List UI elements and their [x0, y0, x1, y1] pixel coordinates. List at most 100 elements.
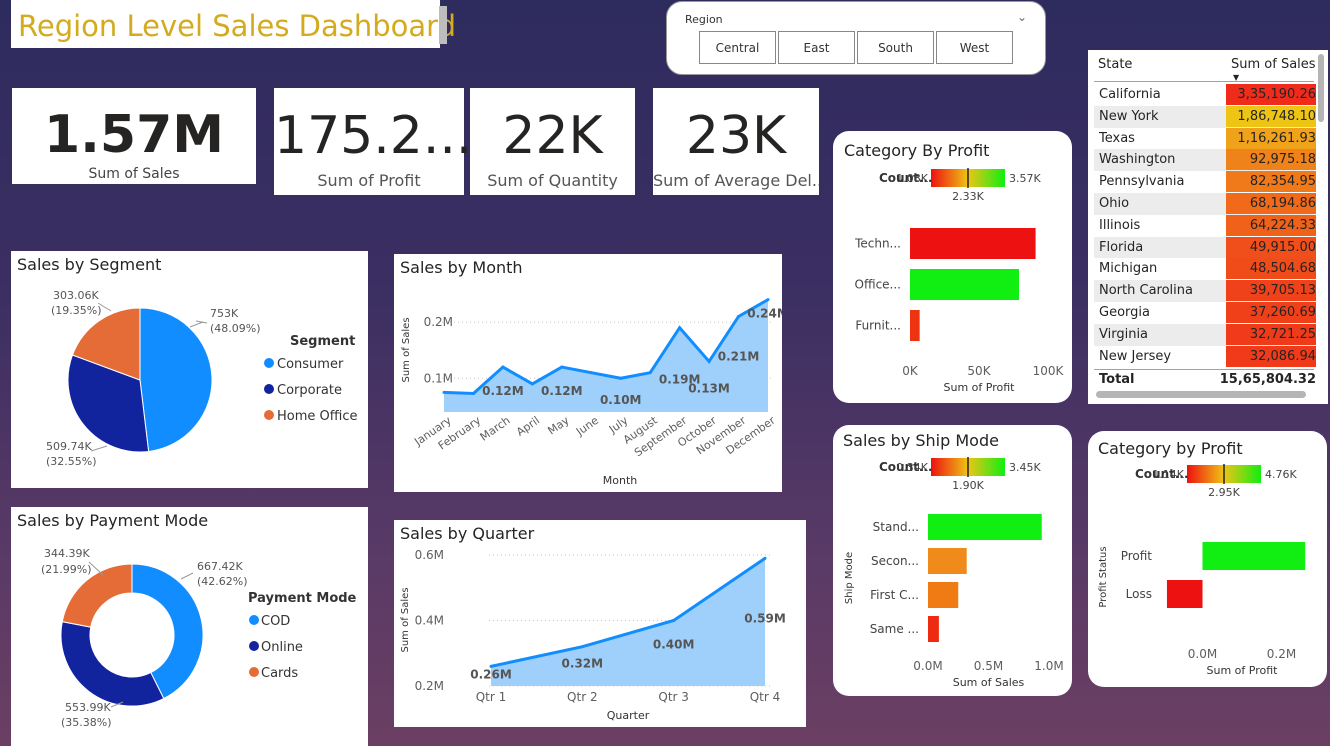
payment-legend-cod[interactable]: COD	[261, 614, 290, 629]
month-point[interactable]	[560, 365, 564, 369]
month-point[interactable]	[707, 359, 711, 363]
horizontal-scrollbar[interactable]	[1096, 391, 1306, 398]
sales-cell: 1,86,748.10	[1226, 105, 1316, 127]
sales-cell: 92,975.18	[1226, 149, 1316, 171]
month-point[interactable]	[737, 314, 741, 318]
table-row[interactable]: Pennsylvania 82,354.95	[1094, 171, 1316, 193]
total-value: 15,65,804.32	[1219, 372, 1316, 387]
quarter-xaxis-title: Quarter	[607, 709, 650, 722]
region-option-south[interactable]: South	[857, 31, 934, 64]
segment-legend-corporate[interactable]: Corporate	[277, 383, 342, 398]
table-row[interactable]: Illinois 64,224.33	[1094, 214, 1316, 237]
shipmode-legend-max: 3.45K	[1009, 461, 1041, 474]
kpi-quantity-label: Sum of Quantity	[487, 171, 618, 190]
sales-cell: 82,354.95	[1226, 171, 1316, 193]
month-point[interactable]	[471, 391, 475, 395]
chevron-down-icon[interactable]: ⌄	[1017, 10, 1027, 24]
state-cell: Florida	[1099, 239, 1144, 255]
month-point[interactable]	[442, 390, 446, 394]
sales-cell: 64,224.33	[1226, 214, 1316, 236]
segment-label-homeoffice-value: 303.06K	[53, 289, 99, 302]
profitstatus-legend-max: 4.76K	[1265, 468, 1297, 481]
month-data-label: 0.12M	[482, 384, 524, 398]
payment-slice-online[interactable]	[60, 621, 165, 707]
quarter-point[interactable]	[763, 556, 767, 560]
month-ytick: 0.2M	[424, 315, 453, 329]
payment-legend-cod-dot	[249, 615, 259, 625]
sales-cell: 37,260.69	[1226, 301, 1316, 323]
table-row[interactable]: Michigan 48,504.68	[1094, 258, 1316, 281]
month-point[interactable]	[589, 371, 593, 375]
month-data-label: 0.10M	[600, 393, 642, 407]
month-data-label: 0.12M	[541, 384, 583, 398]
payment-label-cards-pct: (21.99%)	[41, 563, 92, 576]
quarter-ytick: 0.2M	[415, 679, 444, 693]
table-row[interactable]: Ohio 68,194.86	[1094, 192, 1316, 215]
shipmode-bar[interactable]	[928, 616, 939, 642]
kpi-sales-value: 1.57M	[43, 105, 225, 165]
vertical-scrollbar[interactable]	[1318, 54, 1324, 122]
region-option-central[interactable]: Central	[699, 31, 776, 64]
state-cell: Texas	[1099, 130, 1135, 146]
sales-cell: 39,705.13	[1226, 280, 1316, 302]
month-point[interactable]	[530, 382, 534, 386]
state-cell: Virginia	[1099, 326, 1149, 342]
month-point[interactable]	[619, 376, 623, 380]
state-cell: Washington	[1099, 152, 1176, 168]
quarter-xtick: Qtr 3	[658, 690, 689, 704]
segment-legend-title: Segment	[290, 334, 355, 349]
sales-cell: 48,504.68	[1226, 258, 1316, 280]
catprofit-xtick: 0K	[902, 364, 919, 378]
catprofit-bar[interactable]	[910, 269, 1020, 300]
profitstatus-xtick: 0.2M	[1267, 647, 1296, 661]
kpi-quantity-value: 22K	[502, 106, 603, 166]
profitstatus-bar[interactable]	[1202, 542, 1306, 570]
month-data-label: 0.24M	[747, 307, 782, 321]
segment-slice-consumer[interactable]	[139, 307, 213, 453]
month-chart-card: Sales by Month 0.1M 0.2M January February Ma…	[394, 254, 782, 492]
sales-cell: 32,086.94	[1226, 345, 1316, 367]
table-row[interactable]: New Jersey 32,086.94	[1094, 345, 1316, 368]
total-divider	[1094, 369, 1314, 370]
month-point[interactable]	[501, 365, 505, 369]
shipmode-xtick: 1.0M	[1034, 659, 1063, 673]
quarter-point[interactable]	[672, 619, 676, 622]
payment-legend-cards-dot	[249, 667, 259, 677]
shipmode-bar[interactable]	[928, 548, 967, 574]
shipmode-bar[interactable]	[928, 582, 959, 608]
segment-label-corporate-pct: (32.55%)	[46, 455, 97, 468]
profitstatus-category-label: Profit	[1121, 549, 1153, 563]
table-row[interactable]: Washington 92,975.18	[1094, 149, 1316, 172]
table-row[interactable]: Texas 1,16,261.93	[1094, 127, 1316, 150]
payment-legend-online[interactable]: Online	[261, 640, 303, 655]
payment-legend-cards[interactable]: Cards	[261, 666, 298, 681]
month-point[interactable]	[648, 371, 652, 375]
region-option-east[interactable]: East	[778, 31, 855, 64]
segment-label-consumer-value: 753K	[210, 307, 239, 320]
kpi-profit-label: Sum of Profit	[317, 171, 421, 190]
catprofit-bar[interactable]	[910, 228, 1036, 259]
month-point[interactable]	[678, 326, 682, 330]
month-point[interactable]	[766, 298, 770, 302]
category-profit-bar-chart: Count...1.08K 3.57K2.33KTechn...Office...…	[854, 168, 1065, 394]
catprofit-bar[interactable]	[910, 310, 920, 341]
state-column-header[interactable]: State	[1098, 57, 1132, 72]
quarter-data-label: 0.26M	[470, 667, 512, 681]
table-row[interactable]: California 3,35,190.26	[1094, 84, 1316, 106]
region-option-west[interactable]: West	[936, 31, 1013, 64]
table-row[interactable]: Virginia 32,721.25	[1094, 323, 1316, 346]
table-row[interactable]: New York 1,86,748.10	[1094, 105, 1316, 128]
segment-legend-homeoffice[interactable]: Home Office	[277, 409, 357, 424]
table-row[interactable]: Florida 49,915.00	[1094, 236, 1316, 259]
payment-label-cod-value: 667.42K	[197, 560, 243, 573]
profitstatus-bar[interactable]	[1166, 580, 1203, 608]
segment-label-homeoffice-pct: (19.35%)	[51, 304, 102, 317]
sales-column-header[interactable]: Sum of Sales	[1231, 57, 1316, 72]
kpi-sales-label: Sum of Sales	[88, 166, 180, 182]
table-row[interactable]: North Carolina 39,705.13	[1094, 280, 1316, 302]
shipmode-bar[interactable]	[928, 514, 1042, 540]
quarter-point[interactable]	[580, 645, 584, 649]
profitstatus-xtick: 0.0M	[1188, 647, 1217, 661]
table-row[interactable]: Georgia 37,260.69	[1094, 301, 1316, 324]
segment-legend-consumer[interactable]: Consumer	[277, 357, 344, 372]
